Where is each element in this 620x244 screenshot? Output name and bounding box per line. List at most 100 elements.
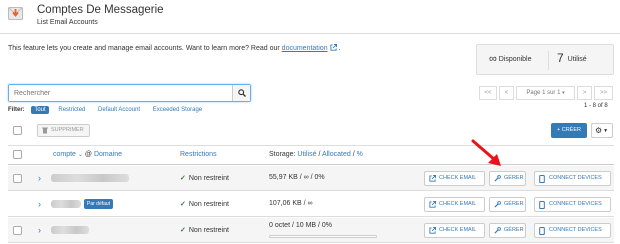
header-divider	[0, 33, 620, 34]
manage-button[interactable]: GÉRER	[489, 197, 526, 212]
settings-dropdown[interactable]: ⚙▼	[591, 123, 613, 138]
select-all-checkbox[interactable]	[13, 126, 22, 135]
trash-icon	[42, 127, 48, 134]
check-icon: ✓	[180, 175, 186, 182]
pager-first-button[interactable]: <<	[479, 86, 497, 100]
restriction-status: ✓ Non restreint	[180, 174, 229, 182]
delete-button[interactable]: SUPPRIMER	[37, 124, 90, 137]
sort-domain-link[interactable]: Domaine	[94, 151, 122, 158]
check-email-button[interactable]: CHECK EMAIL	[424, 223, 485, 238]
storage-slash-2: /	[352, 151, 355, 158]
expand-chevron-icon[interactable]: ›	[38, 199, 41, 209]
sort-percent-link[interactable]: %	[357, 151, 363, 158]
row-checkbox[interactable]	[13, 226, 22, 235]
available-stat: ∞ Disponible	[489, 53, 531, 65]
expand-chevron-icon[interactable]: ›	[38, 173, 41, 183]
external-link-icon	[429, 201, 436, 208]
wrench-icon	[494, 227, 501, 234]
filter-label: Filter:	[8, 107, 25, 113]
filter-restricted[interactable]: Restricted	[55, 106, 88, 114]
page-header: Comptes De Messagerie List Email Account…	[0, 0, 620, 34]
restriction-label: Non restreint	[188, 201, 229, 208]
storage-slash-1: /	[318, 151, 321, 158]
results-range: 1 - 8 of 8	[584, 103, 608, 109]
chevron-down-icon: ▼	[603, 128, 609, 134]
page-select-label: Page 1 sur 1	[526, 90, 561, 96]
wrench-icon	[494, 201, 501, 208]
sort-account-link[interactable]: compte	[53, 151, 76, 158]
used-stat: 7 Utilisé	[557, 51, 587, 65]
connect-devices-label: CONNECT DEVICES	[549, 227, 602, 233]
sort-allocated-link[interactable]: Allocated	[322, 151, 351, 158]
row-checkbox[interactable]	[13, 174, 22, 183]
manage-label: GÉRER	[504, 175, 524, 181]
page-select[interactable]: Page 1 sur 1 ▾	[516, 86, 575, 100]
sort-restrictions-link[interactable]: Restrictions	[180, 151, 217, 158]
external-link-icon[interactable]	[330, 44, 337, 51]
pager-prev-button[interactable]: <	[499, 86, 514, 100]
pager-last-button[interactable]: >>	[594, 86, 613, 100]
storage-usage: 55,97 KB / ∞ / 0%	[269, 174, 325, 181]
check-icon: ✓	[180, 227, 186, 234]
stats-divider	[548, 51, 549, 70]
connect-devices-button[interactable]: CONNECT DEVICES	[534, 223, 611, 238]
storage-usage: 107,06 KB / ∞	[269, 200, 313, 207]
check-email-label: CHECK EMAIL	[439, 175, 477, 181]
restriction-label: Non restreint	[188, 227, 229, 234]
filter-bar: Filter: Tout Restricted Default Account …	[8, 106, 205, 116]
header-checkbox[interactable]	[13, 150, 22, 159]
check-email-button[interactable]: CHECK EMAIL	[424, 197, 485, 212]
email-download-icon	[8, 7, 23, 20]
col-account[interactable]: compte ⌄ @ Domaine	[53, 151, 122, 158]
manage-label: GÉRER	[504, 201, 524, 207]
used-count: 7	[557, 51, 564, 65]
table-row: › ✓ Non restreint 0 octet / 10 MB / 0% CH…	[8, 218, 614, 243]
manage-button[interactable]: GÉRER	[489, 223, 526, 238]
infinity-value: ∞	[489, 53, 497, 65]
col-restrictions[interactable]: Restrictions	[180, 151, 217, 158]
storage-prefix: Storage:	[269, 151, 296, 158]
pager-next-button[interactable]: >	[577, 86, 592, 100]
documentation-link[interactable]: documentation	[282, 45, 328, 52]
manage-button[interactable]: GÉRER	[489, 171, 526, 186]
account-name-redacted[interactable]	[51, 200, 81, 208]
mobile-icon	[539, 201, 545, 209]
storage-usage: 0 octet / 10 MB / 0%	[269, 222, 333, 229]
account-name-redacted[interactable]	[51, 226, 89, 234]
intro-body: This feature lets you create and manage …	[8, 45, 282, 52]
search-box	[8, 84, 251, 102]
search-button[interactable]	[232, 85, 250, 101]
filter-all[interactable]: Tout	[31, 106, 49, 114]
chevron-down-icon: ▾	[562, 90, 565, 96]
check-email-label: CHECK EMAIL	[439, 227, 477, 233]
sort-used-link[interactable]: Utilisé	[297, 151, 316, 158]
account-stats: ∞ Disponible 7 Utilisé	[476, 44, 614, 75]
intro-suffix: .	[338, 45, 341, 52]
mobile-icon	[539, 175, 545, 183]
restriction-status: ✓ Non restreint	[180, 200, 229, 208]
storage-progress-bar	[269, 235, 377, 238]
gear-icon: ⚙	[595, 126, 603, 135]
used-label: Utilisé	[567, 56, 587, 63]
search-icon	[238, 89, 246, 97]
expand-chevron-icon[interactable]: ›	[38, 225, 41, 235]
external-link-icon	[429, 175, 436, 182]
table-row: › Par défaut ✓ Non restreint 107,06 KB / …	[8, 192, 614, 217]
filter-default-account[interactable]: Default Account	[95, 106, 143, 114]
check-email-button[interactable]: CHECK EMAIL	[424, 171, 485, 186]
manage-label: GÉRER	[504, 227, 524, 233]
account-name-redacted[interactable]	[51, 174, 129, 182]
connect-devices-label: CONNECT DEVICES	[549, 201, 602, 207]
sort-chevron-icon: ⌄	[77, 152, 83, 158]
at-sign: @	[84, 151, 93, 158]
check-icon: ✓	[180, 201, 186, 208]
delete-button-label: SUPPRIMER	[51, 127, 84, 133]
default-badge: Par défaut	[84, 199, 114, 209]
restriction-label: Non restreint	[188, 175, 229, 182]
create-button[interactable]: + CRÉER	[551, 123, 587, 138]
search-input[interactable]	[9, 85, 233, 101]
connect-devices-button[interactable]: CONNECT DEVICES	[534, 171, 611, 186]
connect-devices-button[interactable]: CONNECT DEVICES	[534, 197, 611, 212]
check-email-label: CHECK EMAIL	[439, 201, 477, 207]
filter-exceeded-storage[interactable]: Exceeded Storage	[150, 106, 205, 114]
